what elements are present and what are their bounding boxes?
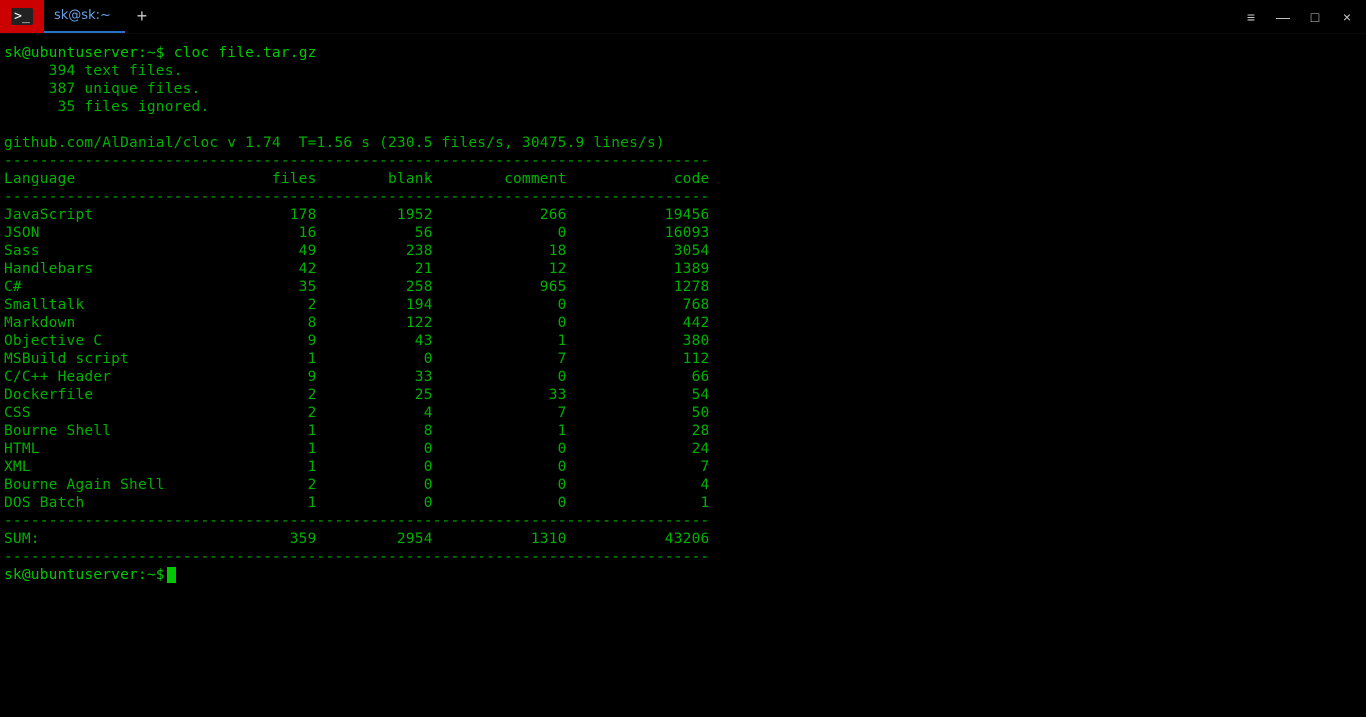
maximize-button[interactable]: □ — [1306, 8, 1324, 26]
app-icon-tab[interactable]: >_ — [0, 0, 44, 33]
titlebar-spacer — [159, 0, 1242, 33]
menu-button[interactable]: ≡ — [1242, 8, 1260, 26]
terminal-output[interactable]: sk@ubuntuserver:~$ cloc file.tar.gz 394 … — [0, 34, 1366, 590]
close-icon: × — [1343, 9, 1351, 25]
hamburger-icon: ≡ — [1247, 9, 1255, 25]
maximize-icon: □ — [1311, 9, 1319, 25]
titlebar: >_ sk@sk:~ + ≡ — □ × — [0, 0, 1366, 34]
window-controls: ≡ — □ × — [1242, 0, 1366, 33]
minimize-button[interactable]: — — [1274, 8, 1292, 26]
tab-title: sk@sk:~ — [54, 8, 111, 23]
close-button[interactable]: × — [1338, 8, 1356, 26]
minimize-icon: — — [1276, 9, 1290, 25]
plus-icon: + — [137, 6, 148, 27]
tab-terminal[interactable]: sk@sk:~ — [44, 0, 125, 33]
new-tab-button[interactable]: + — [125, 0, 159, 33]
terminal-icon: >_ — [11, 8, 33, 25]
